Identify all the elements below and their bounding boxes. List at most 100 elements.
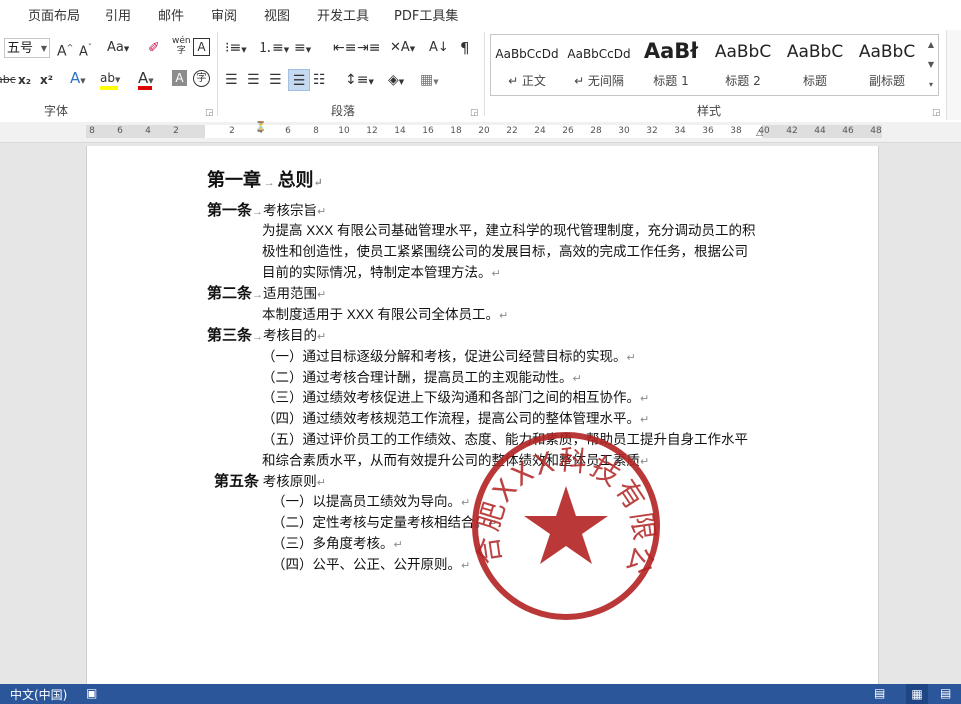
ruler-tick-label: 22 bbox=[506, 126, 518, 136]
strikethrough-icon[interactable]: abc bbox=[0, 71, 16, 89]
list-item: （三）通过绩效考核促进上下级沟通和各部门之间的相互协作。↵ bbox=[262, 390, 650, 405]
list-text: （四）公平、公正、公开原则。 bbox=[272, 557, 461, 572]
shrink-font-icon[interactable]: Aˇ bbox=[79, 39, 92, 61]
borders-icon[interactable]: ▦▼ bbox=[420, 71, 439, 91]
list-item: （二）通过考核合理计酬，提高员工的主观能动性。↵ bbox=[262, 370, 582, 385]
web-layout-icon[interactable]: ▤ bbox=[940, 686, 951, 700]
show-marks-icon[interactable]: ¶ bbox=[460, 39, 470, 57]
ruler-tick-label: 14 bbox=[394, 126, 406, 136]
tab-mailings[interactable]: 邮件 bbox=[158, 5, 184, 24]
style-sample: AaBbCcDd bbox=[495, 47, 559, 61]
ruler-tick-label: 38 bbox=[730, 126, 742, 136]
list-item: （三）多角度考核。↵ bbox=[272, 536, 403, 551]
styles-scroll[interactable]: ▲ ▼ ▾ bbox=[924, 34, 939, 96]
styles-dialog-launcher-icon[interactable]: ◲ bbox=[932, 108, 941, 118]
character-border-icon[interactable]: A bbox=[193, 38, 210, 56]
list-text: （三）通过绩效考核促进上下级沟通和各部门之间的相互协作。 bbox=[262, 390, 640, 405]
ruler-tick-label: 44 bbox=[814, 126, 826, 136]
divider bbox=[217, 32, 218, 116]
ribbon-scrollbar[interactable] bbox=[946, 30, 961, 120]
shading-icon[interactable]: ◈▼ bbox=[388, 71, 404, 91]
style-subtitle[interactable]: AaBbC 副标题 bbox=[851, 35, 923, 93]
list-text: （三）多角度考核。 bbox=[272, 536, 394, 551]
ruler-tick-label: 8 bbox=[89, 126, 95, 136]
divider bbox=[484, 32, 485, 116]
style-no-spacing[interactable]: AaBbCcDd ↵ 无间隔 bbox=[563, 35, 635, 93]
paragraph-dialog-launcher-icon[interactable]: ◲ bbox=[470, 108, 479, 118]
chapter-title: 总则 bbox=[277, 170, 314, 190]
article-heading: 第一条→考核宗旨↵ bbox=[207, 203, 327, 219]
list-text: （四）通过绩效考核规范工作流程，提高公司的整体管理水平。 bbox=[262, 411, 640, 426]
article-title: 考核原则 bbox=[262, 474, 317, 489]
justify-icon[interactable]: ☰ bbox=[288, 69, 310, 91]
language-indicator[interactable]: 中文(中国) bbox=[10, 686, 67, 703]
ruler-tick-label: 24 bbox=[534, 126, 546, 136]
center-icon[interactable]: ☰ bbox=[247, 71, 260, 89]
tab-review[interactable]: 审阅 bbox=[211, 5, 237, 24]
phonetic-guide-icon[interactable]: wén 字 bbox=[172, 36, 191, 56]
numbering-icon[interactable]: ⒈≡▼ bbox=[258, 39, 289, 59]
distributed-icon[interactable]: ☷ bbox=[313, 71, 326, 89]
ruler-tick-label: 28 bbox=[590, 126, 602, 136]
style-normal[interactable]: AaBbCcDd ↵ 正文 bbox=[491, 35, 563, 93]
list-item: （一）通过目标逐级分解和考核，促进公司经营目标的实现。↵ bbox=[262, 349, 636, 364]
line-spacing-icon[interactable]: ↕≡▼ bbox=[345, 71, 374, 91]
clear-format-icon[interactable]: ✐ bbox=[148, 39, 160, 57]
read-mode-icon[interactable]: ▤ bbox=[874, 686, 885, 700]
ruler-tick-label: 4 bbox=[145, 126, 151, 136]
align-right-icon[interactable]: ☰ bbox=[269, 71, 282, 89]
more-styles-icon[interactable]: ▾ bbox=[924, 75, 938, 95]
subscript-icon[interactable]: x₂ bbox=[18, 71, 31, 89]
style-sample: AaBbC bbox=[858, 42, 916, 62]
text-effects-icon[interactable]: A▼ bbox=[70, 69, 86, 90]
tab-developer[interactable]: 开发工具 bbox=[317, 5, 369, 24]
print-layout-icon[interactable]: ▦ bbox=[906, 684, 928, 704]
article-number: 第一条 bbox=[207, 203, 253, 219]
scroll-up-icon[interactable]: ▲ bbox=[924, 35, 938, 55]
change-case-button[interactable]: Aa▼ bbox=[107, 39, 129, 58]
highlight-icon[interactable]: ab▼ bbox=[100, 69, 120, 90]
decrease-indent-icon[interactable]: ⇤≡ bbox=[333, 39, 356, 57]
tab-page-layout[interactable]: 页面布局 bbox=[28, 5, 80, 24]
tab-references[interactable]: 引用 bbox=[105, 5, 131, 24]
align-left-icon[interactable]: ☰ bbox=[225, 71, 238, 89]
sort-icon[interactable]: A↓ bbox=[429, 39, 449, 57]
article-number: 第三条 bbox=[207, 328, 253, 344]
style-title[interactable]: AaBbC 标题 bbox=[779, 35, 851, 93]
styles-gallery: AaBbCcDd ↵ 正文 AaBbCcDd ↵ 无间隔 AaBł 标题 1 A… bbox=[490, 34, 926, 96]
style-name: 标题 bbox=[802, 74, 827, 88]
style-name: ↵ 正文 bbox=[508, 74, 546, 88]
asian-layout-icon[interactable]: ✕A▼ bbox=[390, 39, 415, 58]
ruler-tick-label: 2 bbox=[173, 126, 179, 136]
indent-marker-icon[interactable]: ⏳ bbox=[255, 122, 266, 132]
chapter-number: 第一章 bbox=[207, 170, 261, 190]
list-text: （二）定性考核与定量考核相结合。 bbox=[272, 515, 488, 530]
tab-view[interactable]: 视图 bbox=[264, 5, 290, 24]
article-number: 第五条 bbox=[214, 474, 260, 490]
ruler-tick-label: 36 bbox=[702, 126, 714, 136]
multilevel-list-icon[interactable]: ≡▼ bbox=[294, 39, 311, 59]
enclose-characters-icon[interactable]: 字 bbox=[193, 70, 210, 87]
list-item: （四）公平、公正、公开原则。↵ bbox=[272, 557, 471, 572]
article-heading: 第五条 考核原则↵ bbox=[214, 474, 326, 490]
font-color-bar bbox=[138, 86, 152, 90]
paragraph-line: 为提高 XXX 有限公司基础管理水平，建立科学的现代管理制度，充分调动员工的积 bbox=[262, 223, 756, 238]
character-shading-icon[interactable]: A bbox=[172, 70, 187, 86]
increase-indent-icon[interactable]: ⇥≡ bbox=[357, 39, 380, 57]
list-text: （一）以提高员工绩效为导向。 bbox=[272, 494, 461, 509]
font-dialog-launcher-icon[interactable]: ◲ bbox=[205, 108, 214, 118]
tab-pdf-tools[interactable]: PDF工具集 bbox=[394, 5, 458, 24]
superscript-icon[interactable]: x² bbox=[40, 71, 53, 89]
grow-font-icon[interactable]: A^ bbox=[57, 39, 73, 61]
scroll-down-icon[interactable]: ▼ bbox=[924, 55, 938, 75]
macro-record-icon[interactable]: ▣ bbox=[86, 686, 97, 700]
article-heading: 第二条→适用范围↵ bbox=[207, 286, 327, 302]
right-indent-icon[interactable]: △ bbox=[756, 128, 763, 138]
style-heading-1[interactable]: AaBł 标题 1 bbox=[635, 35, 707, 93]
font-color-icon[interactable]: A▼ bbox=[138, 69, 154, 90]
bullets-icon[interactable]: ⁝≡▼ bbox=[225, 39, 247, 59]
ribbon: 五号 ▼ A^ Aˇ Aa▼ ✐ wén字 A abc x₂ x² A▼ ab▼… bbox=[0, 28, 961, 123]
font-size-select[interactable]: 五号 ▼ bbox=[4, 38, 50, 58]
style-heading-2[interactable]: AaBbC 标题 2 bbox=[707, 35, 779, 93]
ruler-tick-label: 2 bbox=[229, 126, 235, 136]
